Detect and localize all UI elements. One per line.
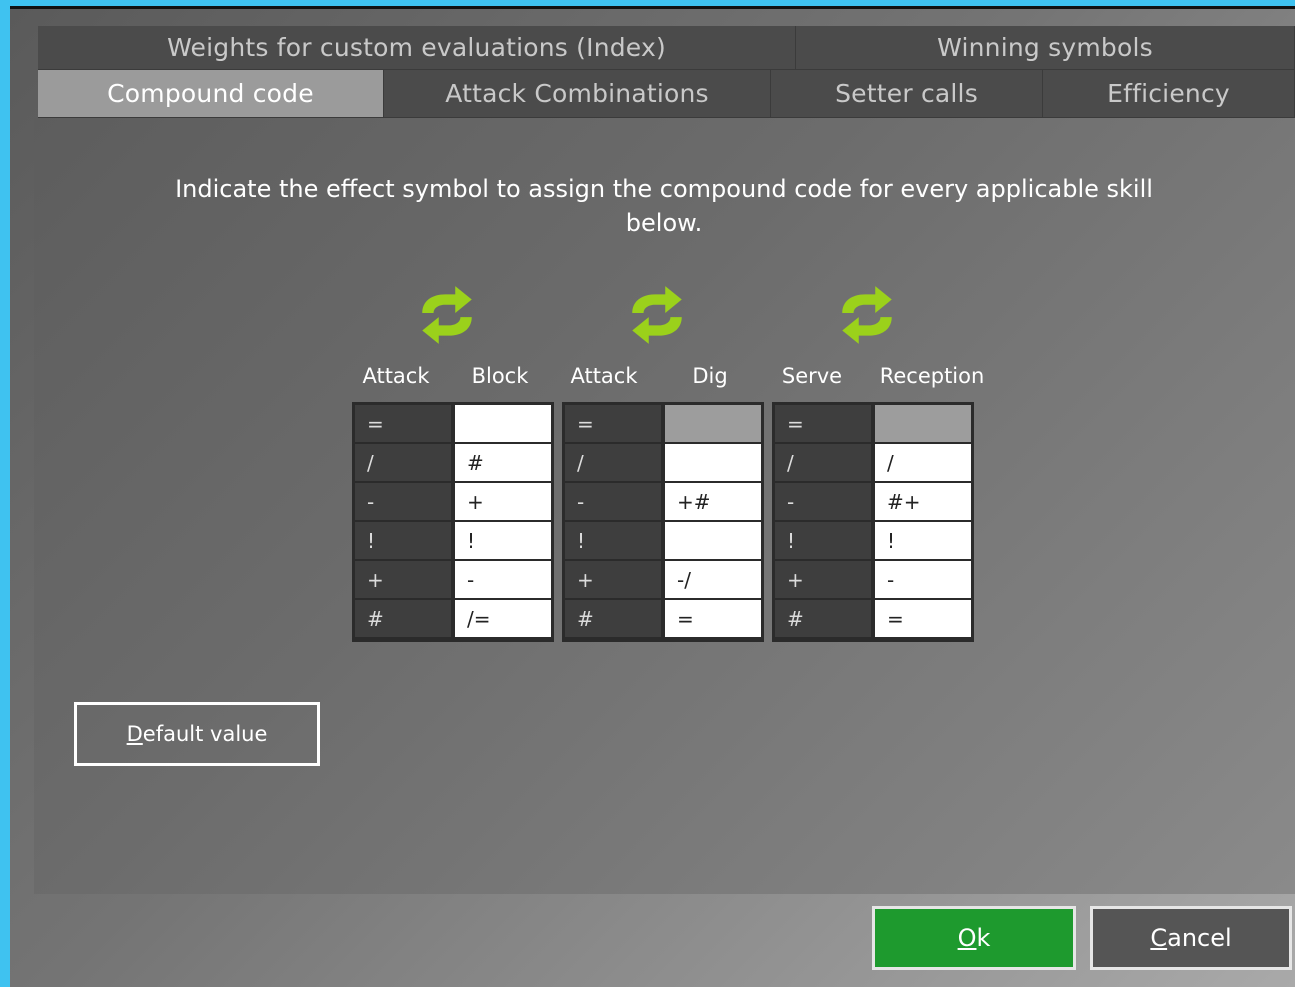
- attack-symbol: /: [355, 444, 451, 481]
- swap-arrows-icon[interactable]: [624, 282, 690, 348]
- block-symbol-field[interactable]: [455, 405, 551, 442]
- instruction-text: Indicate the effect symbol to assign the…: [175, 175, 1153, 237]
- dig-symbol-field[interactable]: [665, 522, 761, 559]
- reception-symbol-field[interactable]: #+: [875, 483, 971, 520]
- serve-symbol: !: [775, 522, 871, 559]
- grid-serve-reception: = / / - #+ !! + - # =: [772, 402, 974, 642]
- table-row: / /: [775, 444, 971, 483]
- reception-symbol-field: [875, 405, 971, 442]
- grid-attack-block: = / # - + !! + - #/=: [352, 402, 554, 642]
- ok-button[interactable]: Ok: [872, 906, 1076, 970]
- tab-efficiency[interactable]: Efficiency: [1043, 70, 1295, 118]
- tab-weights-custom-evaluations[interactable]: Weights for custom evaluations (Index): [38, 26, 796, 70]
- dig-symbol-field[interactable]: [665, 444, 761, 481]
- table-row: - +#: [565, 483, 761, 522]
- block-symbol-field[interactable]: !: [455, 522, 551, 559]
- label-dig: Dig: [692, 364, 728, 388]
- dig-symbol-field[interactable]: +#: [665, 483, 761, 520]
- label-attack-block-left: Attack: [362, 364, 430, 388]
- serve-symbol: +: [775, 561, 871, 598]
- attack-symbol: #: [565, 600, 661, 637]
- dig-symbol-field[interactable]: -/: [665, 561, 761, 598]
- cancel-label: ancel: [1167, 924, 1232, 952]
- serve-symbol: =: [775, 405, 871, 442]
- default-value-label: efault value: [142, 722, 268, 746]
- attack-symbol: /: [565, 444, 661, 481]
- attack-symbol: !: [355, 522, 451, 559]
- attack-symbol: +: [565, 561, 661, 598]
- serve-symbol: -: [775, 483, 871, 520]
- compound-code-panel: Indicate the effect symbol to assign the…: [34, 118, 1295, 894]
- reception-symbol-field[interactable]: =: [875, 600, 971, 637]
- tab-compound-code[interactable]: Compound code: [38, 70, 384, 118]
- ok-mnemonic: O: [957, 924, 977, 952]
- label-attack-dig-left: Attack: [570, 364, 638, 388]
- label-reception: Reception: [879, 364, 985, 388]
- table-row: + -: [355, 561, 551, 600]
- table-row: /: [565, 444, 761, 483]
- tab-row-top: Weights for custom evaluations (Index) W…: [38, 26, 1295, 70]
- table-row: # =: [565, 600, 761, 639]
- block-symbol-field[interactable]: /=: [455, 600, 551, 637]
- dig-symbol-field[interactable]: =: [665, 600, 761, 637]
- table-row: =: [775, 405, 971, 444]
- swap-arrows-icon[interactable]: [834, 282, 900, 348]
- serve-symbol: #: [775, 600, 871, 637]
- attack-symbol: =: [355, 405, 451, 442]
- swap-arrows-icon[interactable]: [414, 282, 480, 348]
- table-row: - #+: [775, 483, 971, 522]
- reception-symbol-field[interactable]: !: [875, 522, 971, 559]
- table-row: #/=: [355, 600, 551, 639]
- grid-attack-dig: = / - +# ! + -/ # =: [562, 402, 764, 642]
- table-row: =: [355, 405, 551, 444]
- table-row: + -/: [565, 561, 761, 600]
- tab-setter-calls[interactable]: Setter calls: [771, 70, 1043, 118]
- table-row: !!: [355, 522, 551, 561]
- attack-symbol: #: [355, 600, 451, 637]
- label-block: Block: [471, 364, 529, 388]
- block-symbol-field[interactable]: -: [455, 561, 551, 598]
- block-symbol-field[interactable]: #: [455, 444, 551, 481]
- table-row: - +: [355, 483, 551, 522]
- serve-symbol: /: [775, 444, 871, 481]
- attack-symbol: =: [565, 405, 661, 442]
- attack-symbol: +: [355, 561, 451, 598]
- table-row: =: [565, 405, 761, 444]
- default-value-mnemonic: D: [126, 722, 143, 746]
- reception-symbol-field[interactable]: -: [875, 561, 971, 598]
- table-row: # =: [775, 600, 971, 639]
- tab-row-bottom: Compound code Attack Combinations Setter…: [38, 70, 1295, 118]
- table-row: + -: [775, 561, 971, 600]
- reception-symbol-field[interactable]: /: [875, 444, 971, 481]
- attack-symbol: -: [565, 483, 661, 520]
- cancel-button[interactable]: Cancel: [1090, 906, 1292, 970]
- dialog-window: Weights for custom evaluations (Index) W…: [10, 6, 1295, 987]
- default-value-button[interactable]: Default value: [74, 702, 320, 766]
- tab-attack-combinations[interactable]: Attack Combinations: [384, 70, 771, 118]
- tab-winning-symbols[interactable]: Winning symbols: [796, 26, 1295, 70]
- block-symbol-field[interactable]: +: [455, 483, 551, 520]
- attack-symbol: -: [355, 483, 451, 520]
- cancel-mnemonic: C: [1150, 924, 1168, 952]
- table-row: !: [565, 522, 761, 561]
- label-serve: Serve: [781, 364, 843, 388]
- attack-symbol: !: [565, 522, 661, 559]
- table-row: !!: [775, 522, 971, 561]
- ok-label: k: [976, 924, 991, 952]
- table-row: / #: [355, 444, 551, 483]
- dig-symbol-field: [665, 405, 761, 442]
